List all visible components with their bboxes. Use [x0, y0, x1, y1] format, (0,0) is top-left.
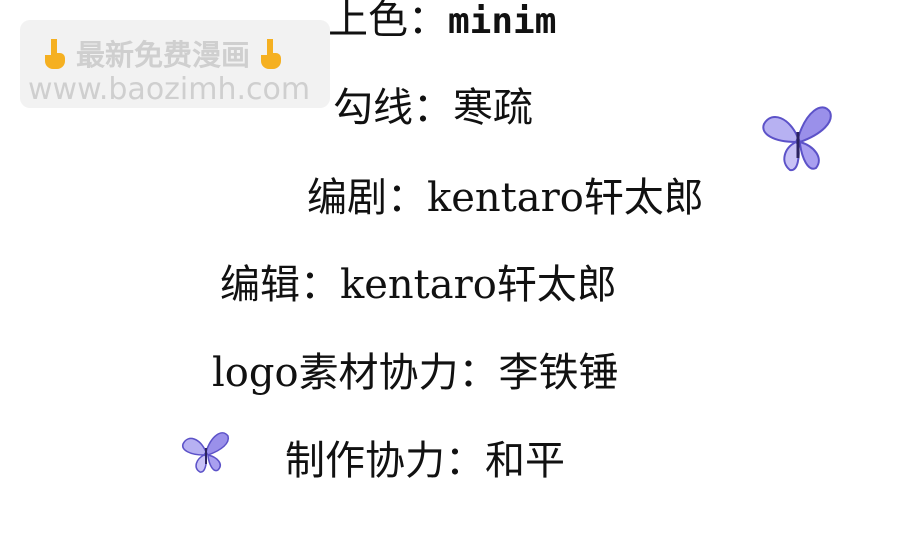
- watermark-url: www.baozimh.com: [28, 72, 311, 107]
- watermark-badge: 最新免费漫画 www.baozimh.com: [20, 20, 330, 108]
- credit-lineart: 勾线：寒疏: [333, 85, 533, 131]
- credit-coloring-label: 上色：: [328, 0, 448, 43]
- credit-logo-assist: logo素材协力：李铁锤: [212, 350, 619, 396]
- credit-coloring-value: minim: [448, 1, 557, 42]
- credit-production-assist: 制作协力：和平: [285, 438, 565, 484]
- pointing-hand-icon: [45, 39, 65, 69]
- pointing-hand-icon: [261, 39, 282, 69]
- credit-coloring: 上色：minim: [328, 0, 556, 40]
- butterfly-icon: [762, 106, 832, 172]
- butterfly-icon: [182, 432, 230, 473]
- watermark-title-row: 最新免费漫画: [34, 32, 292, 74]
- credit-editor: 编辑：kentaro轩太郎: [220, 262, 617, 308]
- watermark-title: 最新免费漫画: [76, 38, 251, 72]
- credit-writer: 编剧：kentaro轩太郎: [307, 175, 704, 221]
